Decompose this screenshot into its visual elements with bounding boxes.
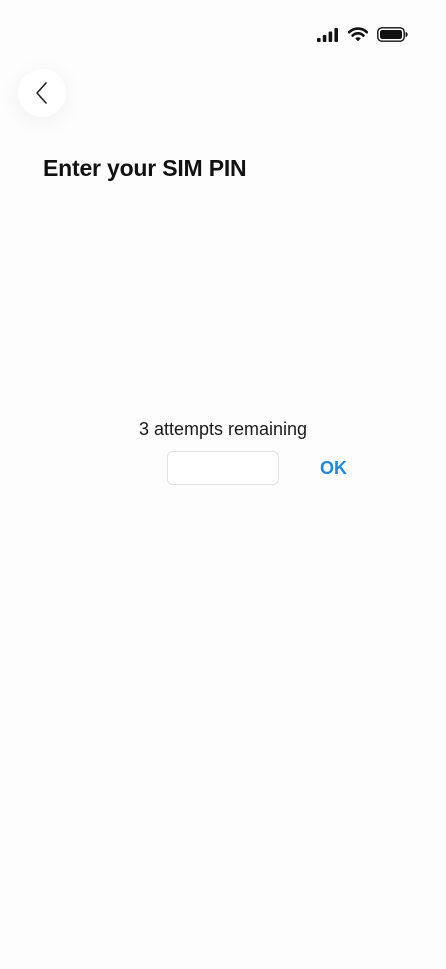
sim-pin-input[interactable]: [167, 451, 279, 485]
status-icons: [317, 27, 408, 42]
page-title: Enter your SIM PIN: [43, 155, 247, 181]
attempts-remaining-text: 3 attempts remaining: [138, 419, 308, 439]
back-button[interactable]: [18, 69, 66, 117]
cellular-signal-icon: [317, 27, 339, 42]
chevron-left-icon: [34, 81, 50, 105]
status-bar: [0, 0, 446, 72]
battery-icon: [377, 27, 408, 42]
ok-button[interactable]: OK: [314, 453, 353, 483]
wifi-icon: [348, 27, 368, 42]
